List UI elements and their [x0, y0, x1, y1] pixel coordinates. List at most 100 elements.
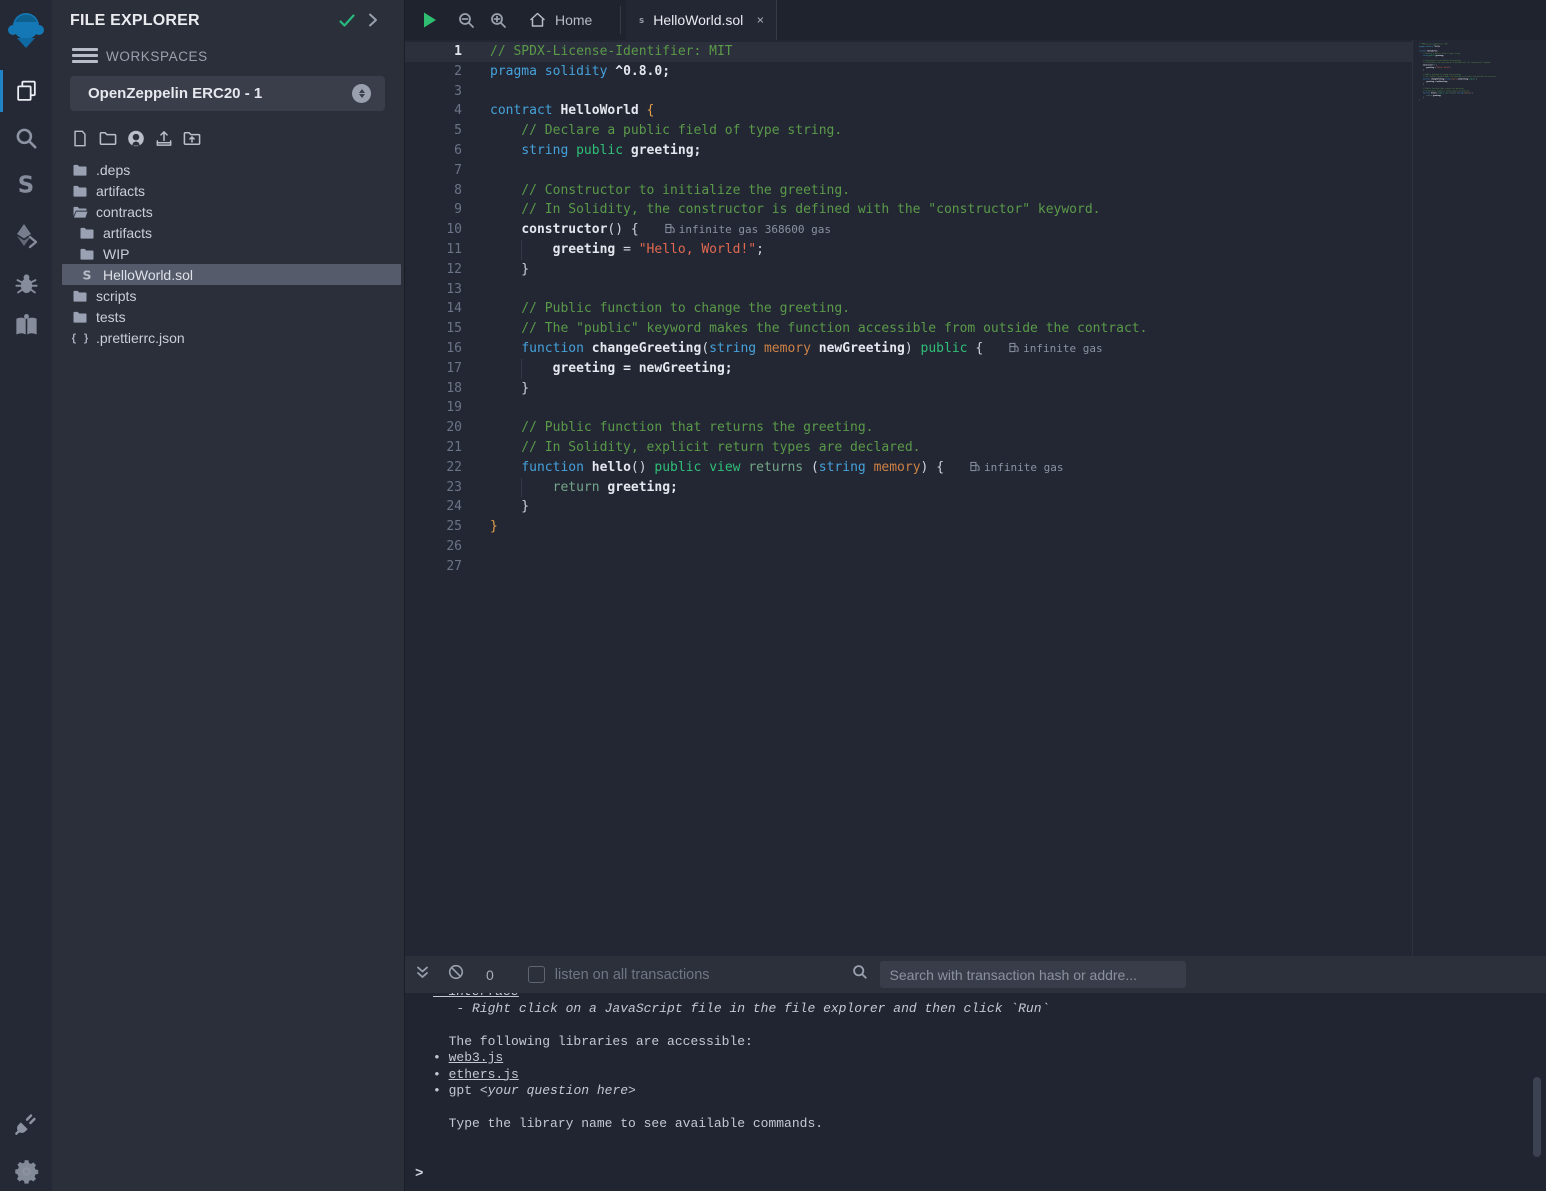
workspace-select[interactable]: OpenZeppelin ERC20 - 1 — [70, 76, 385, 111]
code-line-9[interactable]: 9 // In Solidity, the constructor is def… — [405, 200, 1412, 220]
upload-file-icon[interactable] — [154, 128, 174, 148]
tree-item-helloworld-sol[interactable]: SHelloWorld.sol — [62, 264, 401, 285]
minimap[interactable]: // SPDX-License-Identifier: MITpragma so… — [1419, 43, 1546, 106]
remix-logo-icon — [5, 8, 47, 52]
workspace-sort-icon[interactable] — [352, 84, 371, 103]
tab-home[interactable]: Home — [515, 0, 606, 40]
collapse-terminal-icon[interactable] — [415, 965, 430, 985]
code-line-15[interactable]: 15 // The "public" keyword makes the fun… — [405, 319, 1412, 339]
line-number: 12 — [405, 260, 462, 280]
line-number: 14 — [405, 299, 462, 319]
tree-item-tests[interactable]: tests — [52, 306, 405, 327]
code-line-17[interactable]: 17 greeting = newGreeting; — [405, 359, 1412, 379]
book-icon — [13, 312, 40, 339]
listen-transactions-checkbox[interactable] — [528, 966, 545, 983]
run-script-button[interactable] — [417, 0, 443, 40]
line-number: 15 — [405, 319, 462, 339]
terminal-search-input[interactable] — [880, 961, 1186, 988]
line-number: 26 — [405, 537, 462, 557]
tree-item-wip[interactable]: WIP — [52, 243, 405, 264]
code-line-18[interactable]: 18 } — [405, 379, 1412, 399]
tab-helloworld[interactable]: S HelloWorld.sol — [626, 0, 777, 40]
line-number: 17 — [405, 359, 462, 379]
sidebar-item-search[interactable] — [0, 118, 52, 158]
code-line-5[interactable]: 5 // Declare a public field of type stri… — [405, 121, 1412, 141]
terminal-output[interactable]: interface - Right click on a JavaScript … — [405, 993, 1546, 1191]
terminal-line: The following libraries are accessible: — [433, 1034, 1546, 1051]
code-line-22[interactable]: 22 function hello() public view returns … — [405, 458, 1412, 478]
folder-icon — [79, 225, 95, 241]
code-text: greeting = "Hello, World!"; — [490, 242, 764, 257]
bug-icon — [13, 270, 40, 297]
tree-item-label: contracts — [96, 204, 153, 220]
code-line-10[interactable]: 10 constructor() {infinite gas 368600 ga… — [405, 220, 1412, 240]
tree-item-contracts[interactable]: contracts — [52, 201, 405, 222]
zoom-out-button[interactable] — [453, 0, 479, 40]
terminal-line: interface — [433, 993, 1546, 1001]
code-line-24[interactable]: 24 } — [405, 497, 1412, 517]
tree-item-label: .deps — [96, 162, 130, 178]
indent-guide — [521, 478, 522, 498]
tree-item--prettierrc-json[interactable]: { }.prettierrc.json — [52, 327, 405, 348]
upload-folder-icon[interactable] — [182, 128, 202, 148]
code-line-26[interactable]: 26 — [405, 537, 1412, 557]
code-text: contract HelloWorld { — [490, 103, 654, 118]
sidebar-item-tutorials[interactable] — [0, 305, 52, 345]
tree-item-artifacts[interactable]: artifacts — [52, 222, 405, 243]
code-line-2[interactable]: 2pragma solidity ^0.8.0; — [405, 62, 1412, 82]
code-line-21[interactable]: 21 // In Solidity, explicit return types… — [405, 438, 1412, 458]
new-folder-icon[interactable] — [98, 128, 118, 148]
checkmark-icon[interactable] — [338, 13, 356, 34]
line-number: 18 — [405, 379, 462, 399]
clear-console-icon[interactable] — [448, 964, 464, 985]
terminal-prompt[interactable]: > — [415, 1166, 423, 1182]
code-text: greeting = newGreeting; — [490, 361, 733, 376]
code-line-8[interactable]: 8 // Constructor to initialize the greet… — [405, 181, 1412, 201]
sidebar-item-debugger[interactable] — [0, 263, 52, 303]
sidebar-item-solidity-compiler[interactable]: S S — [0, 165, 52, 205]
code-line-20[interactable]: 20 // Public function that returns the g… — [405, 418, 1412, 438]
sidebar-item-deploy-run[interactable] — [0, 215, 52, 255]
code-line-23[interactable]: 23 return greeting; — [405, 478, 1412, 498]
code-line-6[interactable]: 6 string public greeting; — [405, 141, 1412, 161]
code-line-1[interactable]: 1// SPDX-License-Identifier: MIT — [405, 42, 1412, 62]
terminal-scrollbar[interactable] — [1533, 1077, 1541, 1157]
code-text: // Public function that returns the gree… — [490, 420, 874, 435]
gas-estimate-annotation: infinite gas — [970, 461, 1063, 474]
workspaces-menu-icon[interactable] — [72, 48, 98, 63]
line-number: 25 — [405, 517, 462, 537]
tree-item-artifacts[interactable]: artifacts — [52, 180, 405, 201]
clone-github-icon[interactable] — [126, 128, 146, 148]
code-editor[interactable]: 1// SPDX-License-Identifier: MIT2pragma … — [405, 40, 1546, 956]
sidebar-item-settings[interactable] — [0, 1151, 52, 1191]
new-file-icon[interactable] — [70, 128, 90, 148]
gas-estimate-annotation: infinite gas — [1009, 342, 1102, 355]
sidebar-item-plugin-manager[interactable] — [0, 1103, 52, 1143]
remix-logo[interactable] — [0, 6, 52, 54]
code-text: constructor() {infinite gas 368600 gas — [490, 222, 831, 237]
zoom-in-button[interactable] — [485, 0, 511, 40]
line-number: 13 — [405, 280, 462, 300]
tree-item--deps[interactable]: .deps — [52, 159, 405, 180]
code-line-16[interactable]: 16 function changeGreeting(string memory… — [405, 339, 1412, 359]
code-line-25[interactable]: 25} — [405, 517, 1412, 537]
indent-guide — [521, 240, 522, 260]
tab-home-label: Home — [555, 12, 592, 28]
code-line-19[interactable]: 19 — [405, 398, 1412, 418]
code-line-14[interactable]: 14 // Public function to change the gree… — [405, 299, 1412, 319]
code-line-12[interactable]: 12 } — [405, 260, 1412, 280]
tab-separator — [620, 6, 621, 34]
code-line-13[interactable]: 13 — [405, 280, 1412, 300]
code-line-4[interactable]: 4contract HelloWorld { — [405, 101, 1412, 121]
code-line-3[interactable]: 3 — [405, 82, 1412, 102]
tree-item-scripts[interactable]: scripts — [52, 285, 405, 306]
plug-icon — [13, 1110, 40, 1137]
chevron-right-icon[interactable] — [366, 12, 380, 33]
close-icon[interactable] — [757, 14, 764, 26]
code-line-11[interactable]: 11 greeting = "Hello, World!"; — [405, 240, 1412, 260]
explorer-toolbar — [70, 128, 202, 148]
terminal-line: Type the library name to see available c… — [433, 1116, 1546, 1133]
code-line-27[interactable]: 27 — [405, 557, 1412, 577]
code-line-7[interactable]: 7 — [405, 161, 1412, 181]
sidebar-item-file-explorer[interactable] — [0, 70, 52, 110]
